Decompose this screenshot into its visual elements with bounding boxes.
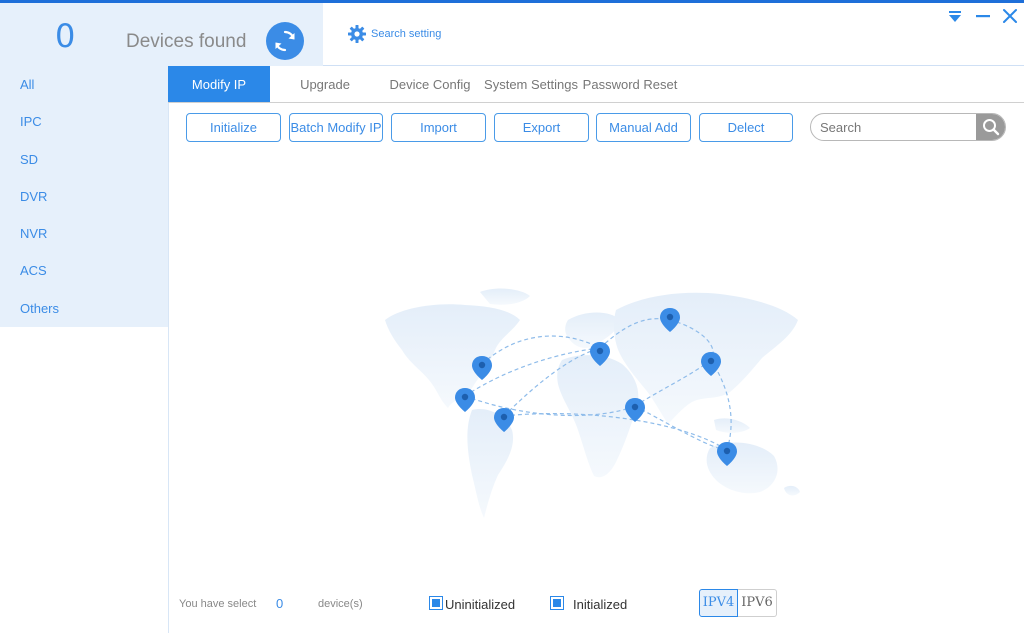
continents [385,288,800,518]
minimize-icon[interactable] [974,7,992,25]
uninitialized-legend-checkbox[interactable] [429,596,443,610]
initialized-legend-checkbox[interactable] [550,596,564,610]
tab-password-reset[interactable]: Password Reset [582,66,678,103]
search-icon [983,119,1000,136]
batch-modify-ip-button[interactable]: Batch Modify IP [289,113,383,142]
sidebar-item-sd[interactable]: SD [0,141,168,178]
gear-icon [348,25,366,43]
initialized-label: Initialized [573,597,628,612]
location-pin-icon [455,388,475,412]
sidebar-item-others[interactable]: Others [0,290,168,327]
ipv4-toggle[interactable]: IPV4 [699,589,738,617]
uninitialized-label: Uninitialized [445,597,516,612]
tab-modify-ip[interactable]: Modify IP [168,66,270,103]
tab-upgrade[interactable]: Upgrade [270,66,380,103]
dropdown-triangle-icon[interactable] [946,7,964,25]
manual-add-button[interactable]: Manual Add [596,113,691,142]
search-setting-button[interactable]: Search setting [347,24,441,44]
selected-count: 0 [276,596,284,611]
refresh-icon [275,30,295,52]
sidebar-item-ipc[interactable]: IPC [0,103,168,140]
sidebar-item-nvr[interactable]: NVR [0,215,168,252]
ipv6-toggle[interactable]: IPV6 [738,589,777,617]
devices-found-label: Devices found [126,31,247,52]
sidebar-divider [168,66,169,633]
device-type-sidebar: All IPC SD DVR NVR ACS Others [0,66,168,327]
you-have-select-label: You have select [179,598,257,610]
tab-bar-divider [168,102,1024,103]
import-button[interactable]: Import [391,113,486,142]
sidebar-item-dvr[interactable]: DVR [0,178,168,215]
devices-label: device(s) [318,598,363,610]
search-input[interactable] [811,114,979,140]
close-icon[interactable] [1001,7,1019,25]
initialize-button[interactable]: Initialize [186,113,281,142]
device-count: 0 [55,17,76,55]
device-count-panel: 0 Devices found [0,3,323,66]
refresh-button[interactable] [266,22,304,60]
tab-device-config[interactable]: Device Config [380,66,480,103]
delete-button[interactable]: Delect [699,113,793,142]
sidebar-item-all[interactable]: All [0,66,168,103]
export-button[interactable]: Export [494,113,589,142]
sidebar-item-acs[interactable]: ACS [0,252,168,289]
tab-bar: Modify IP Upgrade Device Config System S… [168,66,678,103]
search-button[interactable] [976,114,1005,140]
tab-system-settings[interactable]: System Settings [480,66,582,103]
search-setting-label: Search setting [371,28,442,40]
search-box [810,113,1006,141]
world-map-illustration [385,288,800,518]
